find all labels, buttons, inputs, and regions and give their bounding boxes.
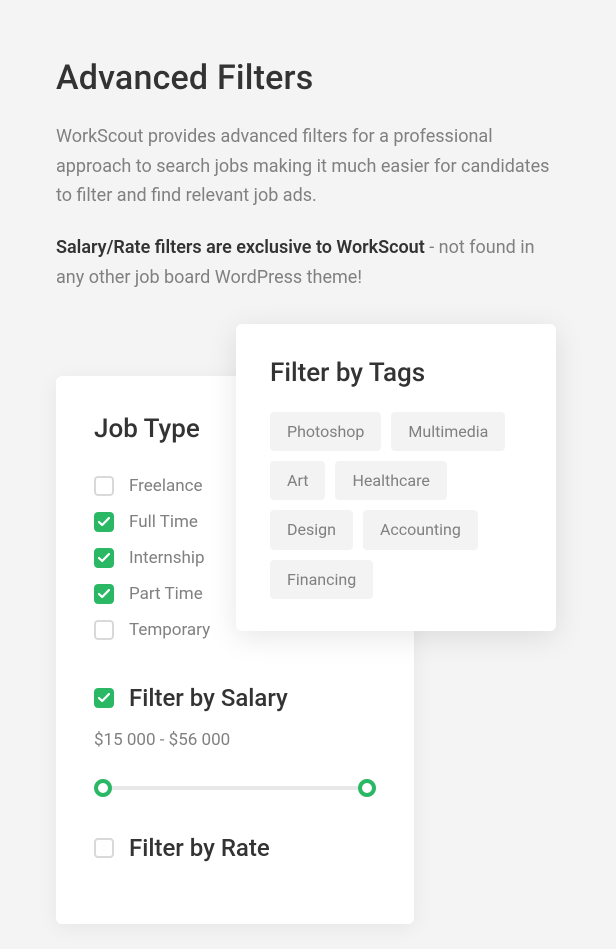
tag-multimedia[interactable]: Multimedia [391,412,505,451]
checkbox-icon[interactable] [94,620,114,640]
tag-photoshop[interactable]: Photoshop [270,412,381,451]
tag-healthcare[interactable]: Healthcare [335,461,446,500]
filter-by-rate-title: Filter by Rate [129,834,270,862]
tags-card: Filter by Tags Photoshop Multimedia Art … [236,324,556,631]
tag-art[interactable]: Art [270,461,325,500]
filter-by-salary-toggle[interactable]: Filter by Salary [94,684,376,712]
filter-by-salary-title: Filter by Salary [129,684,288,712]
filter-by-rate-toggle[interactable]: Filter by Rate [94,834,376,862]
checkbox-icon[interactable] [94,548,114,568]
job-type-item-label: Freelance [129,476,203,496]
checkbox-icon[interactable] [94,688,114,708]
job-type-item-label: Temporary [129,620,210,640]
checkbox-icon[interactable] [94,838,114,858]
salary-slider[interactable] [94,778,376,798]
job-type-item-label: Internship [129,548,205,568]
job-type-item-label: Part Time [129,584,203,604]
job-type-item-label: Full Time [129,512,198,532]
page-title: Advanced Filters [56,58,560,98]
highlight-paragraph: Salary/Rate filters are exclusive to Wor… [56,233,556,292]
highlight-strong: Salary/Rate filters are exclusive to Wor… [56,237,425,258]
slider-thumb-min[interactable] [94,779,112,797]
tag-accounting[interactable]: Accounting [363,510,478,549]
slider-thumb-max[interactable] [358,779,376,797]
tags-list: Photoshop Multimedia Art Healthcare Desi… [270,412,522,599]
slider-track [103,786,367,790]
intro-paragraph: WorkScout provides advanced filters for … [56,122,556,211]
tags-title: Filter by Tags [270,358,522,388]
tag-financing[interactable]: Financing [270,560,373,599]
checkbox-icon[interactable] [94,476,114,496]
salary-range-text: $15 000 - $56 000 [94,730,376,750]
checkbox-icon[interactable] [94,512,114,532]
tag-design[interactable]: Design [270,510,353,549]
checkbox-icon[interactable] [94,584,114,604]
